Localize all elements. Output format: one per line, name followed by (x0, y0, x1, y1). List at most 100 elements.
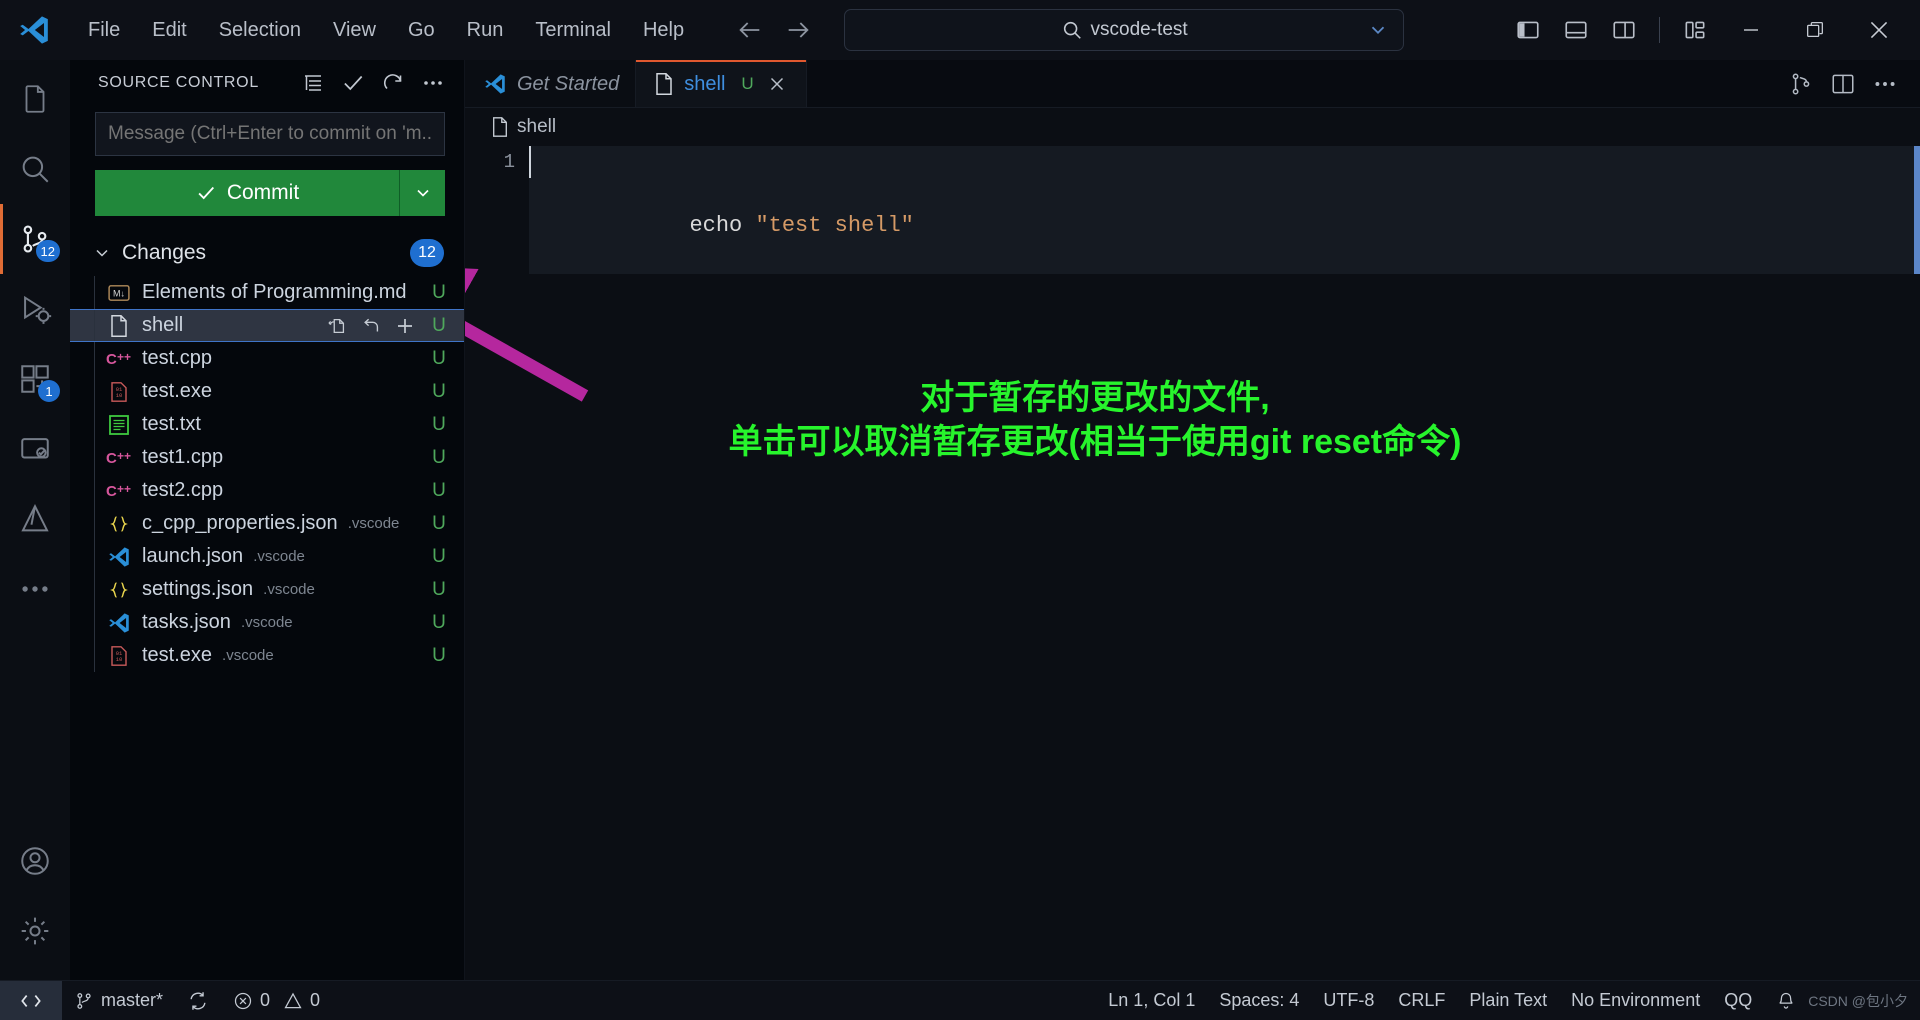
list-item[interactable]: c_cpp_properties.json .vscode U (70, 507, 464, 540)
sidebar-header: SOURCE CONTROL (70, 60, 464, 106)
minimize-icon[interactable] (1722, 6, 1780, 54)
open-file-icon[interactable] (324, 313, 350, 339)
vscode-json-icon (104, 545, 134, 569)
file-directory: .vscode (222, 647, 274, 664)
status-eol[interactable]: CRLF (1386, 981, 1457, 1020)
tab-dirty-indicator: U (741, 74, 754, 93)
list-item[interactable]: 01 10 test.exe .vscode U (70, 639, 464, 672)
arrow-left-icon[interactable] (732, 12, 768, 48)
code-editor[interactable]: 1 echo "test shell" 对于暂存的更改的文件, 单击可以取消暂存… (465, 146, 1920, 980)
menu-view[interactable]: View (317, 13, 392, 48)
activity-item-remote-explorer[interactable] (0, 414, 70, 484)
svg-text:10: 10 (116, 656, 123, 663)
activity-item-run-and-debug[interactable] (0, 274, 70, 344)
menu-help[interactable]: Help (627, 13, 700, 48)
chevron-down-icon[interactable] (1367, 19, 1389, 41)
ellipsis-icon[interactable] (416, 66, 450, 100)
menu-selection[interactable]: Selection (203, 13, 317, 48)
list-item[interactable]: settings.json .vscode U (70, 573, 464, 606)
toggle-secondary-sidebar-icon[interactable] (1603, 10, 1645, 50)
svg-text:++: ++ (117, 482, 131, 496)
list-item[interactable]: test.txt U (70, 408, 464, 441)
list-item[interactable]: C ++ test1.cpp U (70, 441, 464, 474)
check-icon[interactable] (336, 66, 370, 100)
ellipsis-icon[interactable] (1866, 65, 1904, 103)
split-horizontal-icon[interactable] (1782, 65, 1820, 103)
refresh-icon[interactable] (376, 66, 410, 100)
binary-icon: 01 10 (104, 645, 134, 667)
list-item[interactable]: 01 10 test.exe U (70, 375, 464, 408)
watermark: CSDN @包小夕 (1808, 992, 1908, 1009)
status-qq-extension[interactable]: QQ (1712, 981, 1764, 1020)
changes-file-list: M↓ Elements of Programming.md U shell U … (70, 276, 464, 672)
changes-label: Changes (122, 241, 207, 264)
navigation-arrows (732, 12, 816, 48)
file-status: U (432, 644, 446, 666)
list-item[interactable]: tasks.json .vscode U (70, 606, 464, 639)
activity-item-cmake[interactable] (0, 484, 70, 554)
list-item[interactable]: shell U (70, 309, 464, 342)
check-icon (195, 182, 217, 204)
tab-shell[interactable]: shell U (636, 60, 807, 108)
error-icon (233, 991, 253, 1011)
commit-dropdown-button[interactable] (399, 170, 445, 216)
status-notifications[interactable] (1764, 981, 1808, 1020)
status-indentation[interactable]: Spaces: 4 (1207, 981, 1311, 1020)
list-item[interactable]: C ++ test2.cpp U (70, 474, 464, 507)
chevron-down-icon (92, 243, 112, 263)
menu-edit[interactable]: Edit (136, 13, 202, 48)
activity-item-manage[interactable] (0, 896, 70, 966)
file-status: U (432, 446, 446, 468)
breadcrumb-label: shell (517, 116, 557, 137)
status-editor-position[interactable]: Ln 1, Col 1 (1096, 981, 1207, 1020)
tab-get-started[interactable]: Get Started (465, 60, 637, 108)
commit-message-input[interactable] (95, 112, 445, 156)
search-input[interactable]: vscode-test (844, 9, 1405, 51)
commit-button[interactable]: Commit (95, 170, 399, 216)
split-editor-icon[interactable] (1824, 65, 1862, 103)
status-problems[interactable]: 0 0 (221, 981, 332, 1020)
status-cmake-environment[interactable]: No Environment (1559, 981, 1712, 1020)
svg-text:++: ++ (117, 350, 131, 364)
sidebar-actions (296, 66, 450, 100)
commit-button-group: Commit (95, 170, 445, 216)
file-status: U (432, 545, 446, 567)
activity-item-search[interactable] (0, 134, 70, 204)
list-item[interactable]: M↓ Elements of Programming.md U (70, 276, 464, 309)
activity-item-more-views[interactable] (0, 554, 70, 624)
customize-layout-icon[interactable] (1674, 10, 1716, 50)
status-encoding[interactable]: UTF-8 (1311, 981, 1386, 1020)
close-icon[interactable] (764, 71, 790, 97)
status-language-mode[interactable]: Plain Text (1457, 981, 1559, 1020)
menu-go[interactable]: Go (392, 13, 451, 48)
activity-item-extensions[interactable]: 1 (0, 344, 70, 414)
changes-group-header[interactable]: Changes 12 (70, 232, 464, 274)
sync-icon (187, 990, 209, 1012)
discard-icon[interactable] (358, 313, 384, 339)
toggle-panel-icon[interactable] (1555, 10, 1597, 50)
remote-indicator-icon[interactable] (0, 980, 62, 1020)
list-item[interactable]: launch.json .vscode U (70, 540, 464, 573)
status-sync-changes[interactable] (175, 981, 221, 1020)
menu-run[interactable]: Run (451, 13, 520, 48)
close-icon[interactable] (1850, 6, 1908, 54)
activity-item-accounts[interactable] (0, 826, 70, 896)
breadcrumb[interactable]: shell (465, 108, 1920, 146)
tab-label: Get Started (517, 72, 620, 95)
menu-terminal[interactable]: Terminal (519, 13, 627, 48)
arrow-right-icon[interactable] (780, 12, 816, 48)
plus-icon[interactable] (392, 313, 418, 339)
code-line-content[interactable]: echo "test shell" (529, 146, 1920, 274)
activity-item-explorer[interactable] (0, 64, 70, 134)
vscode-logo-icon (14, 10, 54, 50)
menu-file[interactable]: File (72, 13, 136, 48)
vscode-window: File Edit Selection View Go Run Terminal… (0, 0, 1920, 1020)
file-directory: .vscode (253, 548, 305, 565)
restore-icon[interactable] (1786, 6, 1844, 54)
activity-item-source-control[interactable]: 12 (0, 204, 70, 274)
list-tree-icon[interactable] (296, 66, 330, 100)
list-item[interactable]: C ++ test.cpp U (70, 342, 464, 375)
status-branch[interactable]: master* (62, 981, 175, 1020)
toggle-primary-sidebar-icon[interactable] (1507, 10, 1549, 50)
status-bar: master* 0 0 Ln 1, Col 1 Spaces: 4 UTF-8 … (0, 980, 1920, 1020)
